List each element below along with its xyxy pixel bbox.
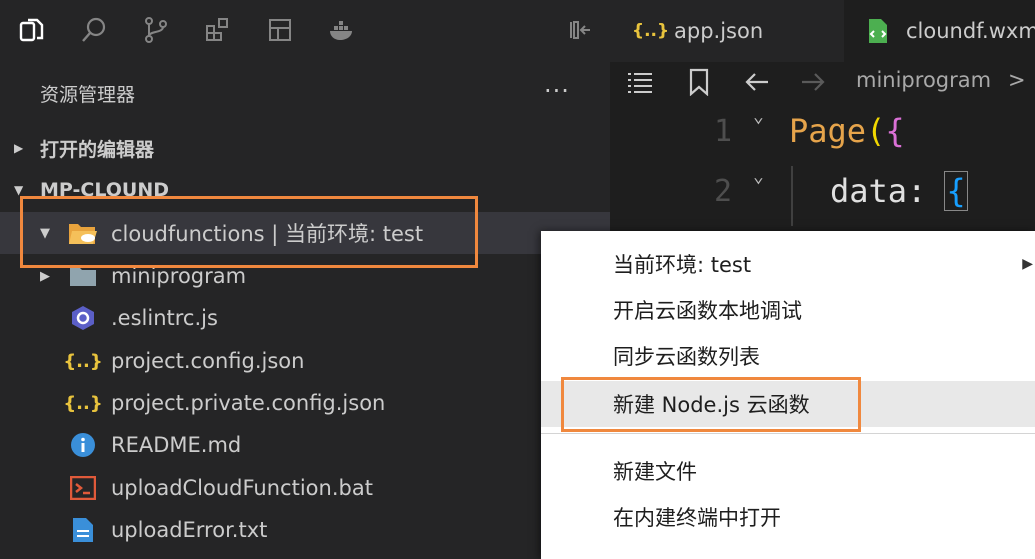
source-control-icon[interactable] [138,12,174,48]
bookmark-icon[interactable] [688,68,710,100]
code-token-paren: ( [866,112,886,150]
breadcrumb: miniprogram > [610,62,1035,102]
breadcrumb-segment[interactable]: miniprogram [856,68,991,92]
code-token-brace: { [944,171,968,211]
wxml-file-icon [868,18,888,49]
chevron-right-icon: ▶ [40,268,50,284]
tree-item-project-private-config[interactable]: {..} project.private.config.json [0,382,610,424]
tree-item-project-config[interactable]: {..} project.config.json [0,340,610,382]
section-open-editors[interactable]: ▶ 打开的编辑器 [0,128,610,168]
menu-item-local-debug[interactable]: 开启云函数本地调试 [541,287,1035,333]
list-icon[interactable] [626,70,654,98]
extensions-icon[interactable] [200,12,236,48]
tree-label: project.config.json [111,349,305,373]
highlight-new-node-function [561,377,861,432]
code-token-data: data [830,172,908,210]
menu-label: 当前环境: test [613,253,752,277]
search-icon[interactable] [76,12,112,48]
menu-label: 在内建终端中打开 [613,506,781,530]
tree-item-readme[interactable]: README.md [0,424,610,466]
terminal-icon [68,473,98,503]
tree-label: uploadCloudFunction.bat [111,476,373,500]
menu-item-current-env[interactable]: 当前环境: test ▶ [541,241,1035,287]
tab-label: cloundf.wxml [906,19,1035,43]
code-token-page: Page [789,112,867,150]
explorer-title: 资源管理器 [40,84,136,106]
file-text-icon [68,515,98,545]
tree-label: project.private.config.json [111,391,386,415]
menu-item-open-in-terminal[interactable]: 在内建终端中打开 [541,494,1035,540]
eslint-icon [68,303,98,333]
editor-tab-bar: {..} app.json cloundf.wxml [610,0,1035,62]
collapse-sidebar-icon[interactable] [562,12,598,48]
tab-app-json[interactable]: {..} app.json [610,0,842,62]
code-line-2: data: { [830,171,968,211]
layout-panel-icon[interactable] [262,12,298,48]
explorer-sidebar: 资源管理器 ... ▶ 打开的编辑器 ▼ MP-CLOUND ▼ cloudfu… [0,62,610,559]
tree-item-eslintrc[interactable]: .eslintrc.js [0,297,610,339]
tree-item-upload-bat[interactable]: uploadCloudFunction.bat [0,467,610,509]
fold-chevron-icon[interactable]: ⌄ [753,166,764,187]
tab-cloundf-wxml[interactable]: cloundf.wxml [844,0,1035,62]
line-number: 2 [714,174,733,209]
tree-label: uploadError.txt [111,518,268,542]
more-actions-button[interactable]: ... [544,70,570,98]
chevron-down-icon: ▼ [14,183,24,197]
tree-item-upload-error[interactable]: uploadError.txt [0,509,610,551]
menu-separator [541,433,1035,434]
menu-label: 开启云函数本地调试 [613,299,802,323]
docker-icon[interactable] [324,12,360,48]
tree-label: README.md [111,433,242,457]
section-label: 打开的编辑器 [40,138,155,161]
submenu-arrow-icon: ▶ [1022,256,1033,272]
explorer-files-icon[interactable] [14,12,50,48]
line-number: 1 [714,114,733,149]
forward-arrow-icon[interactable] [798,68,826,100]
menu-label: 同步云函数列表 [613,345,760,369]
code-line-1: Page({ [789,112,905,150]
back-arrow-icon[interactable] [744,68,772,100]
activity-bar [0,0,610,62]
tree-label: .eslintrc.js [111,306,218,330]
indent-guide [791,166,793,226]
json-braces-icon: {..} [632,21,670,41]
fold-chevron-icon[interactable]: ⌄ [753,106,764,127]
menu-item-new-file[interactable]: 新建文件 [541,448,1035,494]
code-token-colon: : [907,172,927,210]
info-icon [68,430,98,460]
menu-item-sync-functions[interactable]: 同步云函数列表 [541,333,1035,379]
menu-label: 新建文件 [613,460,697,484]
json-braces-icon: {..} [63,350,103,372]
json-braces-icon: {..} [63,392,103,414]
code-token-brace: { [885,112,905,150]
breadcrumb-separator: > [1008,68,1026,92]
chevron-right-icon: ▶ [14,141,24,155]
tab-label: app.json [674,19,764,43]
highlight-cloudfunctions [20,196,478,268]
